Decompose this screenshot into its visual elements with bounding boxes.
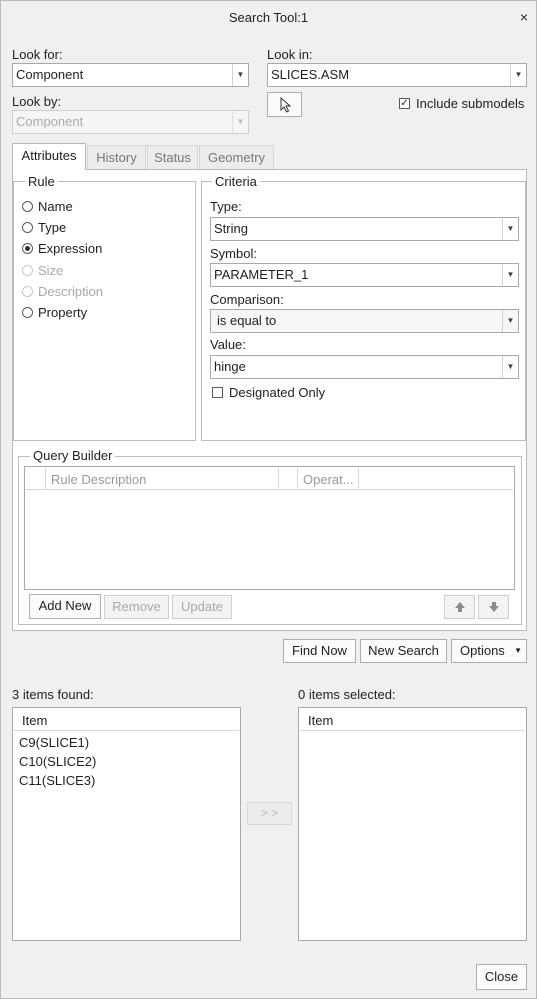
- chevron-down-icon: ▼: [502, 310, 518, 332]
- title-bar: Search Tool:1 ×: [1, 1, 536, 35]
- rule-radio-name[interactable]: [22, 201, 33, 212]
- include-submodels-label: Include submodels: [416, 96, 525, 111]
- look-for-label: Look for:: [12, 47, 63, 62]
- chevron-down-icon: ▼: [502, 218, 518, 240]
- type-value: String: [214, 221, 248, 236]
- designated-only-checkbox[interactable]: [212, 387, 223, 398]
- rule-radio-type[interactable]: [22, 222, 33, 233]
- rule-label-name: Name: [38, 199, 73, 214]
- add-new-button[interactable]: Add New: [29, 594, 101, 619]
- selected-items-list[interactable]: Item: [298, 707, 527, 941]
- rule-label-property: Property: [38, 305, 88, 320]
- column-item[interactable]: Item: [22, 713, 47, 728]
- add-to-selection-button: > >: [247, 802, 292, 825]
- found-list-header: Item: [14, 709, 239, 731]
- pick-from-model-button[interactable]: [267, 92, 302, 117]
- include-submodels-checkbox[interactable]: ✓: [399, 98, 410, 109]
- chevron-down-icon: ▼: [502, 264, 518, 286]
- look-by-value: Component: [16, 114, 84, 129]
- query-builder-title: Query Builder: [30, 448, 116, 463]
- new-search-button[interactable]: New Search: [360, 639, 447, 663]
- chevron-down-icon: ▼: [232, 111, 248, 133]
- look-by-label: Look by:: [12, 94, 62, 109]
- move-up-icon: [444, 595, 475, 619]
- chevron-down-icon: ▼: [232, 64, 248, 86]
- remove-button: Remove: [104, 595, 169, 619]
- move-down-icon: [478, 595, 509, 619]
- rule-label-expression: Expression: [38, 241, 103, 256]
- selected-list-header: Item: [300, 709, 525, 731]
- rule-group-title: Rule: [25, 174, 58, 189]
- query-rules-list[interactable]: Rule Description Operat...: [24, 466, 515, 590]
- query-rules-header: Rule Description Operat...: [26, 468, 513, 490]
- rule-radio-size: [22, 265, 33, 276]
- list-item[interactable]: C10(SLICE2): [19, 754, 96, 769]
- options-label: Options: [460, 643, 505, 658]
- rule-label-type: Type: [38, 220, 67, 235]
- rule-radio-expression[interactable]: [22, 243, 33, 254]
- options-button[interactable]: Options ▼: [451, 639, 527, 663]
- update-button: Update: [172, 595, 232, 619]
- criteria-group-title: Criteria: [212, 174, 260, 189]
- symbol-value: PARAMETER_1: [214, 267, 309, 282]
- look-by-select: Component ▼: [12, 110, 249, 134]
- chevron-down-icon: ▼: [502, 356, 518, 378]
- column-rule-description[interactable]: Rule Description: [51, 472, 146, 487]
- rule-radio-property[interactable]: [22, 307, 33, 318]
- symbol-select[interactable]: PARAMETER_1 ▼: [210, 263, 519, 287]
- comparison-select[interactable]: is equal to ▼: [210, 309, 519, 333]
- cursor-arrow-icon: [280, 96, 291, 113]
- chevron-down-icon: ▼: [514, 646, 522, 655]
- look-in-select[interactable]: SLICES.ASM ▼: [267, 63, 527, 87]
- rule-label-size: Size: [38, 263, 64, 278]
- column-operator[interactable]: Operat...: [303, 472, 354, 487]
- search-tool-window: Search Tool:1 × Look for: Component ▼ Lo…: [0, 0, 537, 999]
- tab-attributes[interactable]: Attributes: [12, 143, 86, 170]
- found-items-list[interactable]: Item C9(SLICE1) C10(SLICE2) C11(SLICE3): [12, 707, 241, 941]
- tab-status[interactable]: Status: [147, 145, 198, 170]
- column-item[interactable]: Item: [308, 713, 333, 728]
- rule-radio-description: [22, 286, 33, 297]
- tab-history[interactable]: History: [87, 145, 146, 170]
- value-value: hinge: [214, 359, 246, 374]
- symbol-label: Symbol:: [210, 246, 257, 261]
- close-window-icon[interactable]: ×: [520, 9, 528, 25]
- look-for-value: Component: [16, 67, 84, 82]
- items-found-label: 3 items found:: [12, 687, 94, 702]
- window-title: Search Tool:1: [228, 10, 309, 25]
- comparison-value: is equal to: [217, 313, 277, 328]
- type-label: Type:: [210, 199, 242, 214]
- look-in-label: Look in:: [267, 47, 313, 62]
- look-for-select[interactable]: Component ▼: [12, 63, 249, 87]
- rule-label-description: Description: [38, 284, 104, 299]
- value-select[interactable]: hinge ▼: [210, 355, 519, 379]
- find-now-button[interactable]: Find Now: [283, 639, 356, 663]
- items-selected-label: 0 items selected:: [298, 687, 396, 702]
- close-button[interactable]: Close: [476, 964, 527, 990]
- look-in-value: SLICES.ASM: [271, 67, 350, 82]
- list-item[interactable]: C11(SLICE3): [19, 773, 95, 788]
- value-label: Value:: [210, 337, 246, 352]
- type-select[interactable]: String ▼: [210, 217, 519, 241]
- designated-only-label: Designated Only: [229, 385, 326, 400]
- tab-geometry[interactable]: Geometry: [199, 145, 274, 170]
- chevron-down-icon: ▼: [510, 64, 526, 86]
- comparison-label: Comparison:: [210, 292, 284, 307]
- list-item[interactable]: C9(SLICE1): [19, 735, 89, 750]
